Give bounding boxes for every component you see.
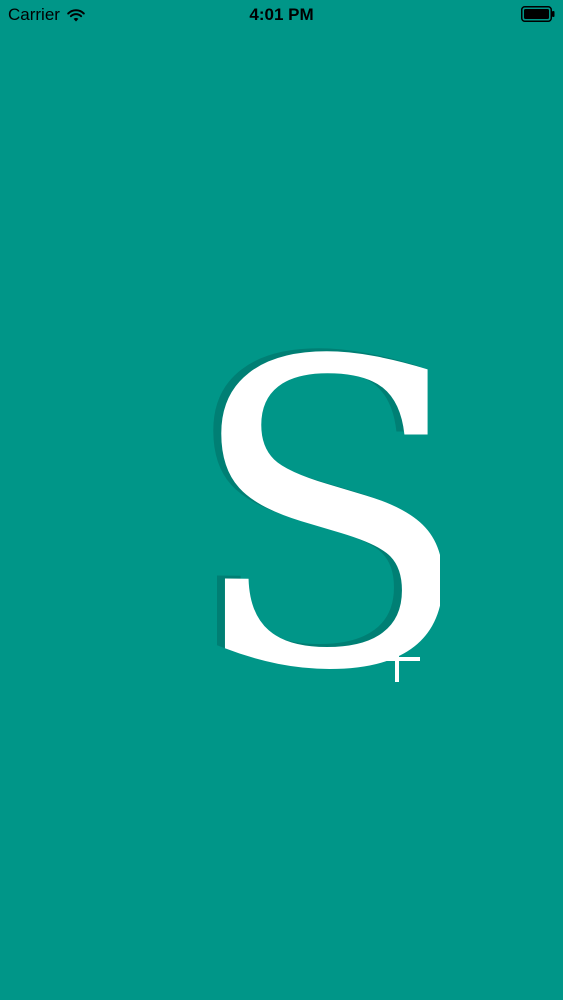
status-bar: Carrier 4:01 PM [0, 0, 563, 30]
s-plus-logo-icon: S S [180, 330, 440, 690]
battery-icon [521, 6, 555, 22]
status-time: 4:01 PM [249, 5, 314, 24]
logo-s-letter: S [186, 330, 440, 690]
